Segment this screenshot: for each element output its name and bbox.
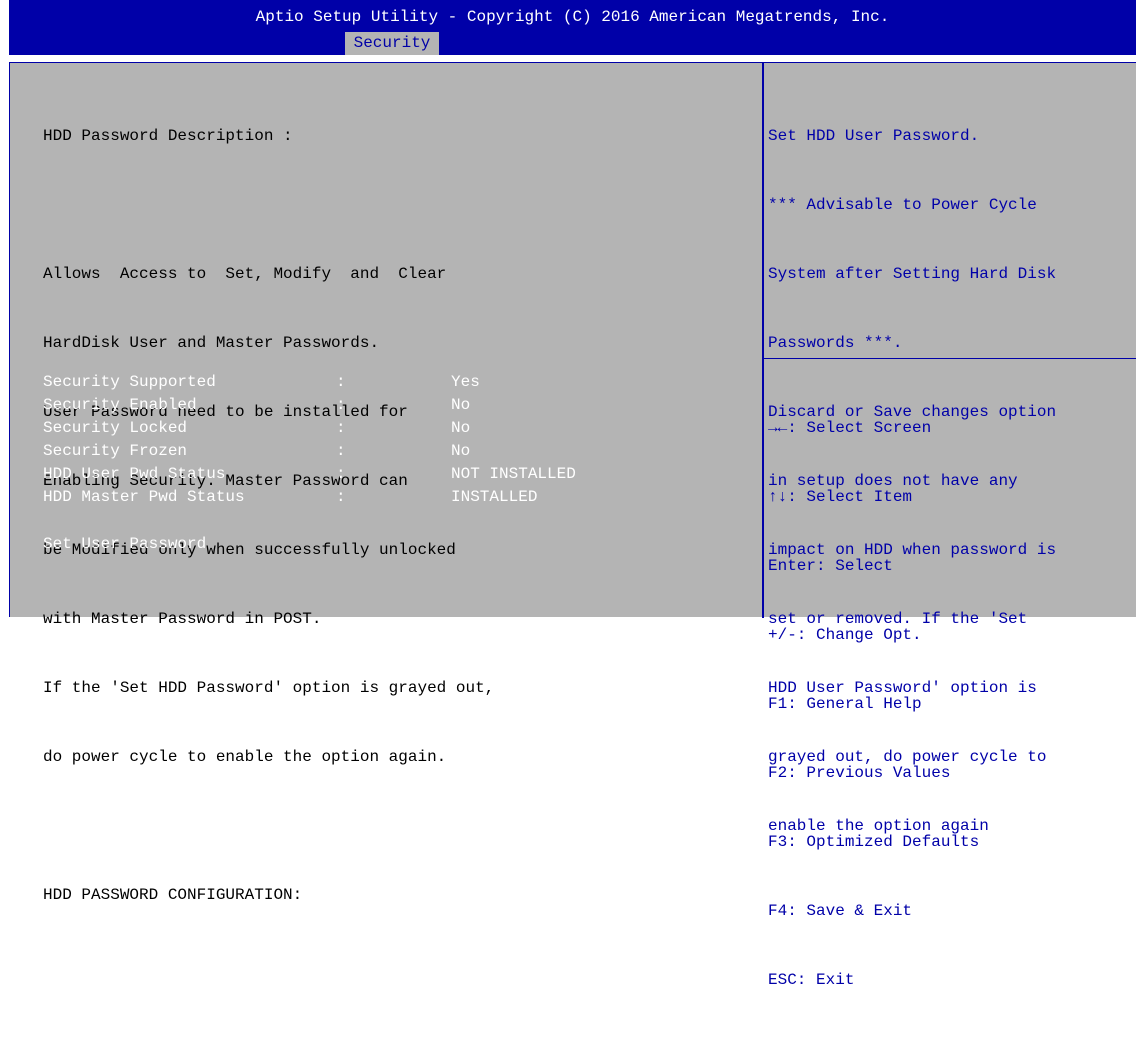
setting-row-security-locked: Security Locked : No [43, 417, 470, 440]
help-line: System after Setting Hard Disk [768, 265, 1057, 283]
setting-separator: : [336, 465, 346, 483]
setting-row-security-frozen: Security Frozen : No [43, 440, 470, 463]
setting-label: Security Locked [43, 419, 188, 437]
title-bar: Aptio Setup Utility - Copyright (C) 2016… [9, 0, 1136, 55]
key-esc-exit: ESC: Exit [768, 971, 855, 989]
setting-value: No [451, 396, 471, 414]
setting-row-master-pwd-status: HDD Master Pwd Status : INSTALLED [43, 486, 537, 509]
main-panel: HDD Password Description : Allows Access… [9, 62, 1136, 989]
key-select-screen: →←: Select Screen [768, 419, 932, 437]
key-legend: →←: Select Screen ↑↓: Select Item Enter:… [768, 371, 979, 1038]
description-line: Allows Access to Set, Modify and Clear [43, 265, 447, 283]
config-heading: HDD PASSWORD CONFIGURATION: [43, 886, 303, 904]
tab-security[interactable]: Security [345, 32, 439, 55]
setting-label: Security Enabled [43, 396, 197, 414]
setting-label: HDD User Pwd Status [43, 465, 226, 483]
setting-label: Security Frozen [43, 442, 188, 460]
description-line: If the 'Set HDD Password' option is gray… [43, 679, 495, 697]
set-user-password-option[interactable]: Set User Password [43, 533, 206, 556]
panel-divider [762, 63, 764, 618]
setting-label: HDD Master Pwd Status [43, 488, 245, 506]
setting-row-user-pwd-status: HDD User Pwd Status : NOT INSTALLED [43, 463, 576, 486]
setting-value: INSTALLED [451, 488, 538, 506]
description-line: do power cycle to enable the option agai… [43, 748, 447, 766]
key-select-item: ↑↓: Select Item [768, 488, 913, 506]
key-general-help: F1: General Help [768, 695, 922, 713]
key-enter-select: Enter: Select [768, 557, 893, 575]
setting-label: Security Supported [43, 373, 216, 391]
setting-row-security-supported: Security Supported : Yes [43, 371, 480, 394]
setting-value: No [451, 442, 471, 460]
setting-value: NOT INSTALLED [451, 465, 576, 483]
app-title: Aptio Setup Utility - Copyright (C) 2016… [255, 8, 890, 26]
setting-separator: : [336, 419, 346, 437]
key-previous-values: F2: Previous Values [768, 764, 951, 782]
description-line: with Master Password in POST. [43, 610, 322, 628]
help-line: *** Advisable to Power Cycle [768, 196, 1037, 214]
key-save-exit: F4: Save & Exit [768, 902, 913, 920]
setting-separator: : [336, 488, 346, 506]
description-block: HDD Password Description : Allows Access… [43, 79, 494, 953]
setting-row-security-enabled: Security Enabled : No [43, 394, 470, 417]
setting-value: No [451, 419, 471, 437]
description-line: HardDisk User and Master Passwords. [43, 334, 380, 352]
key-optimized-defaults: F3: Optimized Defaults [768, 833, 980, 851]
help-line: Set HDD User Password. [768, 127, 980, 145]
setting-separator: : [336, 396, 346, 414]
help-line: Passwords ***. [768, 334, 903, 352]
setting-separator: : [336, 373, 346, 391]
setting-value: Yes [451, 373, 480, 391]
description-heading: HDD Password Description : [43, 127, 293, 145]
key-change-opt: +/-: Change Opt. [768, 626, 922, 644]
setting-separator: : [336, 442, 346, 460]
